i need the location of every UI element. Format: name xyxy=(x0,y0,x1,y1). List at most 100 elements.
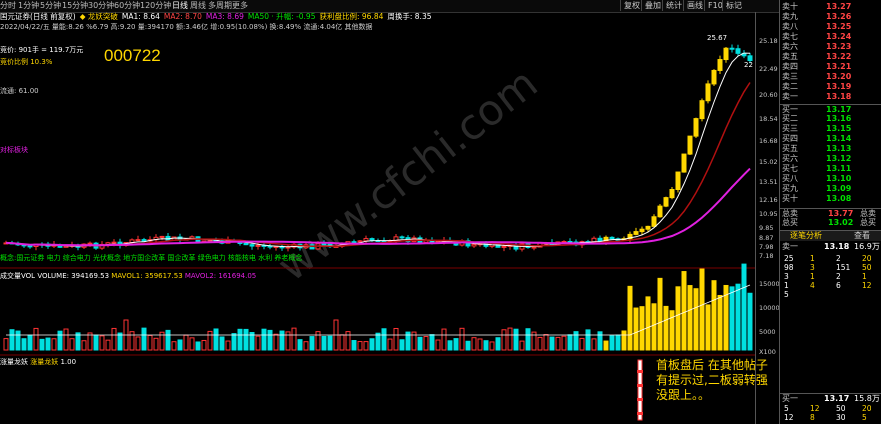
buy-level: 买三 xyxy=(782,124,798,133)
volume-bar xyxy=(381,328,387,351)
stats-button[interactable]: 统计 xyxy=(662,0,685,11)
period-tab-1min[interactable]: 1分钟 xyxy=(18,1,39,11)
volume-bar xyxy=(369,338,375,351)
trade-grid-cell: 6 xyxy=(836,281,841,290)
volume-bar xyxy=(201,339,207,351)
sell-row[interactable]: 卖一 13.18 xyxy=(780,92,881,102)
volume-bar xyxy=(255,335,261,351)
sell-level: 卖六 xyxy=(782,42,798,51)
volume-bar xyxy=(585,329,591,351)
bottom-grid-cell: 20 xyxy=(862,404,872,413)
buy-level: 买四 xyxy=(782,134,798,143)
volume-bar xyxy=(33,327,39,351)
draw-button[interactable]: 画线 xyxy=(683,0,706,11)
sell-row[interactable]: 卖六 13.23 xyxy=(780,42,881,52)
volume-bar xyxy=(417,336,423,351)
trade-grid-cell: 50 xyxy=(862,263,872,272)
volume-bar xyxy=(441,328,447,351)
period-tab-30min[interactable]: 30分钟 xyxy=(88,1,114,11)
sell-row[interactable]: 卖七 13.24 xyxy=(780,32,881,42)
buy-row[interactable]: 买六 13.12 xyxy=(780,154,881,164)
sell-row[interactable]: 卖五 13.22 xyxy=(780,52,881,62)
sell-row[interactable]: 卖十 13.27 xyxy=(780,2,881,12)
volume-bar xyxy=(705,304,711,351)
fuquan-button[interactable]: 复权 xyxy=(620,0,643,11)
volume-bar xyxy=(345,331,351,351)
candle xyxy=(651,216,657,227)
volume-bar xyxy=(645,296,651,351)
volume-bar xyxy=(261,328,267,351)
buy-row[interactable]: 买九 13.09 xyxy=(780,184,881,194)
sell-level: 卖五 xyxy=(782,52,798,61)
sell-row[interactable]: 卖三 13.20 xyxy=(780,72,881,82)
buy-row[interactable]: 买十 13.08 xyxy=(780,194,881,204)
ma1-value: MA1: 8.64 xyxy=(121,12,160,21)
period-tab-more[interactable]: 更多 xyxy=(232,1,248,11)
volume-bar xyxy=(171,341,177,351)
candle xyxy=(531,246,537,249)
bottom-trade-line: 买一 13.17 15.8万 xyxy=(780,393,881,404)
volume-bar xyxy=(321,335,327,351)
buy-price: 13.11 xyxy=(826,164,852,173)
bottom-grid-cell: 8 xyxy=(810,413,815,422)
volume-bar xyxy=(231,333,237,351)
sell-price: 13.21 xyxy=(826,62,852,71)
period-tab-120min[interactable]: 120分钟 xyxy=(140,1,171,11)
period-tab-fenshi[interactable]: 分时 xyxy=(0,1,16,11)
volume-bar xyxy=(555,336,561,351)
period-tab-day[interactable]: 日线 xyxy=(172,1,188,11)
buy-level: 买六 xyxy=(782,154,798,163)
buy-level: 买八 xyxy=(782,174,798,183)
candle xyxy=(357,240,363,243)
volume-bar xyxy=(69,338,75,351)
vol-tick: X100 xyxy=(759,348,776,356)
split-header[interactable]: 逐笔分析 查看 xyxy=(780,230,881,241)
buy-row[interactable]: 买七 13.11 xyxy=(780,164,881,174)
trade-grid-cell: 98 xyxy=(784,263,794,272)
volume-bar xyxy=(21,338,27,351)
period-tab-multi[interactable]: 多周期 xyxy=(208,1,232,11)
trade-grid-cell: 3 xyxy=(810,263,815,272)
volume-bar xyxy=(501,329,507,351)
split-view-link[interactable]: 查看 xyxy=(854,231,870,241)
right-price-label: 22 xyxy=(744,61,753,69)
volume-bar xyxy=(99,335,105,351)
buy-row[interactable]: 买二 13.16 xyxy=(780,114,881,124)
period-tab-15min[interactable]: 15分钟 xyxy=(62,1,88,11)
trade-price: 13.18 xyxy=(824,242,850,251)
annotation-line-1: 首板盘后 在其他帖子 xyxy=(656,358,768,372)
sell-row[interactable]: 卖九 13.26 xyxy=(780,12,881,22)
period-tab-5min[interactable]: 5分钟 xyxy=(40,1,61,11)
sell-level: 卖十 xyxy=(782,2,798,11)
period-tab-60min[interactable]: 60分钟 xyxy=(114,1,140,11)
volume-bar xyxy=(105,339,111,351)
sell-row[interactable]: 卖八 13.25 xyxy=(780,22,881,32)
candle xyxy=(747,55,753,62)
volume-bar xyxy=(423,336,429,351)
annotation-line-2: 有提示过,二板弱转强 xyxy=(656,373,768,387)
volume-bar xyxy=(471,337,477,351)
price-tick: 22.49 xyxy=(759,65,778,73)
buy-row[interactable]: 买四 13.14 xyxy=(780,134,881,144)
vol-value: VOLUME: 394169.53 xyxy=(37,272,110,280)
sell-row[interactable]: 卖四 13.21 xyxy=(780,62,881,72)
period-tab-week[interactable]: 周线 xyxy=(190,1,206,11)
price-tick: 7.98 xyxy=(759,243,774,251)
volume-bar xyxy=(63,328,69,351)
candle xyxy=(321,243,327,246)
sum-buy-label: 总买 xyxy=(782,218,798,227)
buy-row[interactable]: 买八 13.10 xyxy=(780,174,881,184)
mavol2-value: MAVOL2: 161694.05 xyxy=(184,272,257,280)
volume-bar xyxy=(537,336,543,351)
mark-button[interactable]: 标记 xyxy=(722,0,745,11)
volume-bar xyxy=(735,283,741,351)
volume-bar xyxy=(45,337,51,351)
candle xyxy=(675,171,681,191)
bottom-grid-cell: 50 xyxy=(836,404,846,413)
overlay-button[interactable]: 叠加 xyxy=(641,0,664,11)
buy-row[interactable]: 买五 13.13 xyxy=(780,144,881,154)
lower-signal-mark xyxy=(637,384,643,387)
sell-row[interactable]: 卖二 13.19 xyxy=(780,82,881,92)
buy-row[interactable]: 买三 13.15 xyxy=(780,124,881,134)
volume-bar xyxy=(615,334,621,351)
